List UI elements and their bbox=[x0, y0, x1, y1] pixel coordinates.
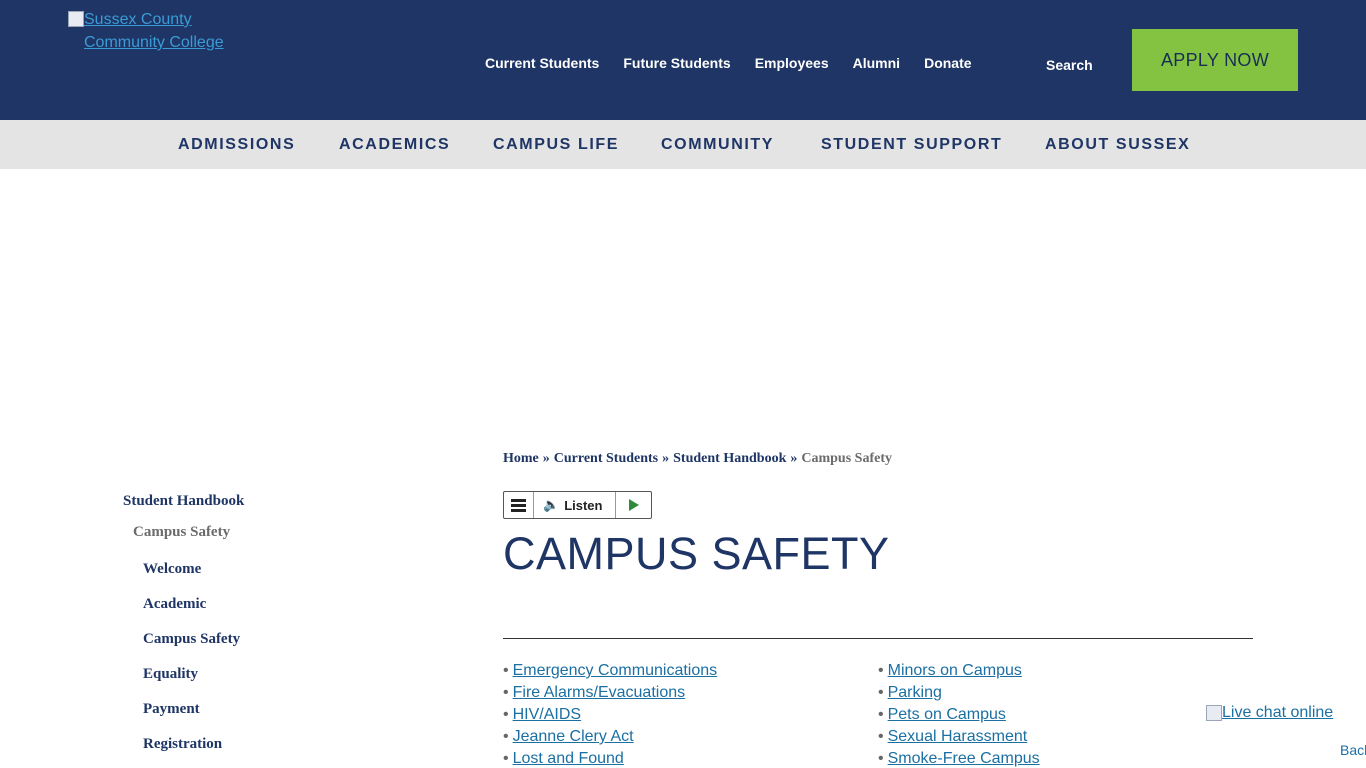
link-parking[interactable]: Parking bbox=[888, 684, 942, 701]
play-icon[interactable] bbox=[616, 492, 651, 518]
back-to-top-alt-text: Back bbox=[1340, 742, 1366, 758]
menu-icon[interactable] bbox=[504, 492, 534, 518]
nav-student-support[interactable]: STUDENT SUPPORT bbox=[821, 136, 1002, 154]
nav-about-sussex[interactable]: ABOUT SUSSEX bbox=[1045, 136, 1190, 154]
list-item: • Emergency Communications bbox=[503, 662, 718, 679]
breadcrumb-student-handbook[interactable]: Student Handbook bbox=[673, 451, 786, 466]
college-logo-link[interactable]: Sussex County Community College bbox=[68, 8, 228, 54]
breadcrumb: Home» Current Students» Student Handbook» C… bbox=[503, 451, 892, 467]
sidebar-item-student-handbook[interactable]: Student Handbook bbox=[123, 493, 244, 510]
nav-community[interactable]: COMMUNITY bbox=[661, 136, 774, 154]
site-header: Sussex County Community College Current … bbox=[0, 0, 1366, 120]
speaker-icon: 🔈 bbox=[543, 497, 560, 512]
live-chat-alt-text: Live chat online bbox=[1222, 704, 1334, 721]
page-title: CAMPUS SAFETY bbox=[503, 528, 890, 579]
util-link-current-students[interactable]: Current Students bbox=[485, 55, 599, 71]
breadcrumb-separator: » bbox=[542, 451, 550, 466]
list-item: • Minors on Campus bbox=[878, 662, 1022, 679]
nav-academics[interactable]: ACADEMICS bbox=[339, 136, 450, 154]
link-smoke-free-campus[interactable]: Smoke-Free Campus bbox=[888, 750, 1040, 767]
search-button[interactable]: Search bbox=[1046, 57, 1093, 73]
main-nav: ADMISSIONS ACADEMICS CAMPUS LIFE COMMUNI… bbox=[0, 120, 1366, 169]
util-link-donate[interactable]: Donate bbox=[924, 55, 971, 71]
breadcrumb-current: Campus Safety bbox=[801, 451, 892, 466]
apply-now-button[interactable]: APPLY NOW bbox=[1132, 29, 1298, 91]
nav-admissions[interactable]: ADMISSIONS bbox=[178, 136, 295, 154]
listen-widget: 🔈 Listen bbox=[503, 491, 652, 519]
sidebar-item-welcome[interactable]: Welcome bbox=[143, 561, 201, 578]
utility-nav: Current Students Future Students Employe… bbox=[485, 55, 996, 71]
nav-campus-life[interactable]: CAMPUS LIFE bbox=[493, 136, 619, 154]
safety-links-left: • Emergency Communications • Fire Alarms/E… bbox=[503, 660, 717, 768]
breadcrumb-separator: » bbox=[790, 451, 798, 466]
sidebar-item-payment[interactable]: Payment bbox=[143, 701, 200, 718]
safety-links-right: • Minors on Campus • Parking • Pets on Camp… bbox=[878, 660, 1040, 768]
breadcrumb-current-students[interactable]: Current Students bbox=[554, 451, 658, 466]
logo-alt-text: Sussex County Community College bbox=[84, 11, 224, 51]
broken-image-icon bbox=[1206, 705, 1222, 721]
sidebar-current-section: Campus Safety bbox=[133, 524, 231, 540]
sidebar-item-registration[interactable]: Registration bbox=[143, 736, 222, 753]
list-item: • Pets on Campus bbox=[878, 706, 1006, 723]
breadcrumb-separator: » bbox=[662, 451, 670, 466]
link-hiv-aids[interactable]: HIV/AIDS bbox=[513, 706, 581, 723]
divider bbox=[503, 638, 1253, 639]
link-fire-alarms[interactable]: Fire Alarms/Evacuations bbox=[513, 684, 686, 701]
link-emergency-communications[interactable]: Emergency Communications bbox=[513, 662, 718, 679]
list-item: • Fire Alarms/Evacuations bbox=[503, 684, 686, 701]
util-link-alumni[interactable]: Alumni bbox=[853, 55, 900, 71]
back-to-top-link[interactable]: Back bbox=[1340, 742, 1366, 768]
breadcrumb-home[interactable]: Home bbox=[503, 451, 539, 466]
list-item: • Lost and Found bbox=[503, 750, 624, 767]
list-item: • Jeanne Clery Act bbox=[503, 728, 634, 745]
listen-button[interactable]: 🔈 Listen bbox=[534, 492, 616, 518]
link-jeanne-clery-act[interactable]: Jeanne Clery Act bbox=[513, 728, 634, 745]
list-item: • Sexual Harassment bbox=[878, 728, 1028, 745]
sidebar-item-academic[interactable]: Academic bbox=[143, 596, 206, 613]
link-lost-and-found[interactable]: Lost and Found bbox=[513, 750, 624, 767]
broken-image-icon bbox=[68, 11, 84, 27]
live-chat-link[interactable]: Live chat online bbox=[1206, 704, 1333, 722]
util-link-future-students[interactable]: Future Students bbox=[623, 55, 730, 71]
list-item: • Parking bbox=[878, 684, 942, 701]
sidebar-item-campus-safety[interactable]: Campus Safety bbox=[143, 631, 240, 648]
util-link-employees[interactable]: Employees bbox=[755, 55, 829, 71]
link-sexual-harassment[interactable]: Sexual Harassment bbox=[888, 728, 1028, 745]
list-item: • HIV/AIDS bbox=[503, 706, 582, 723]
link-minors-on-campus[interactable]: Minors on Campus bbox=[888, 662, 1022, 679]
listen-label: Listen bbox=[564, 497, 603, 513]
link-pets-on-campus[interactable]: Pets on Campus bbox=[888, 706, 1006, 723]
list-item: • Smoke-Free Campus bbox=[878, 750, 1040, 767]
sidebar-item-equality[interactable]: Equality bbox=[143, 666, 198, 683]
